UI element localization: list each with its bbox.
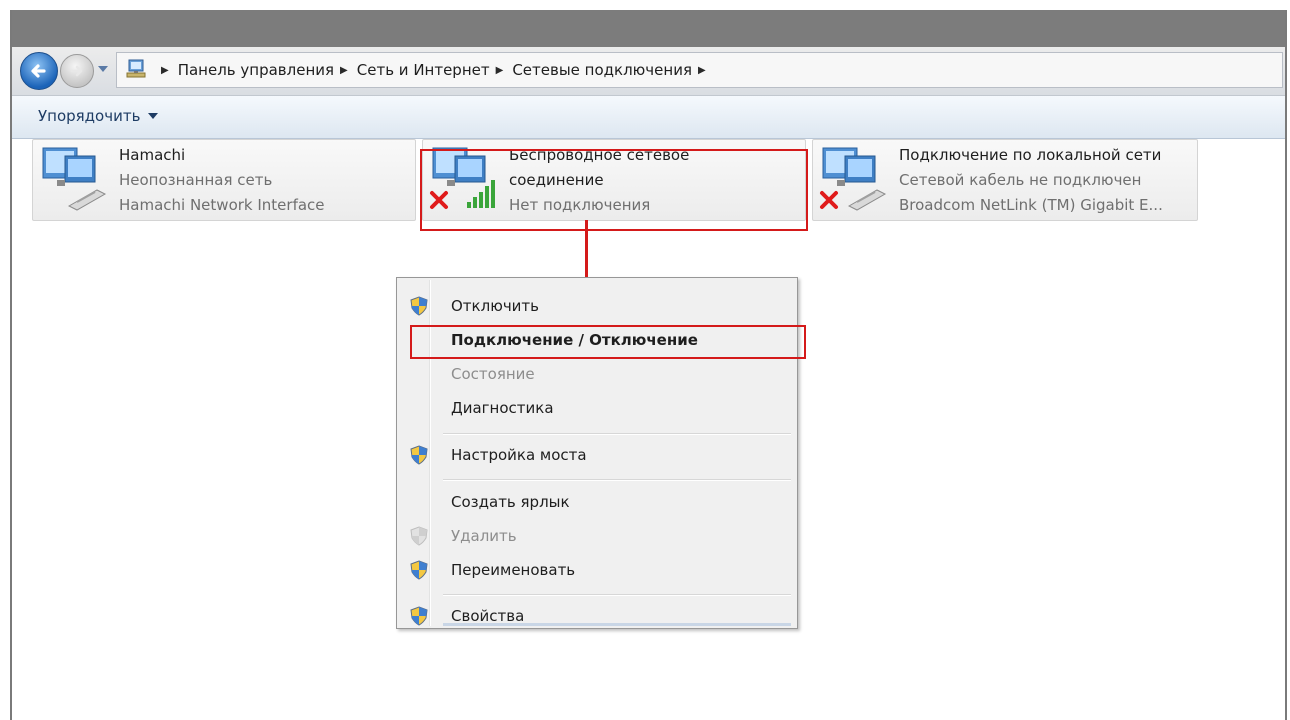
breadcrumb-arrow-icon[interactable]: ▶: [340, 65, 348, 76]
network-adapter-icon: [819, 146, 889, 214]
menu-item-diagnostics[interactable]: Диагностика: [400, 392, 794, 424]
breadcrumb-arrow-icon[interactable]: ▶: [698, 65, 706, 76]
back-button[interactable]: [20, 52, 58, 90]
menu-item-label: Состояние: [451, 365, 535, 383]
title-bar: [12, 10, 1285, 47]
shield-icon: [410, 296, 428, 316]
menu-item-label: Удалить: [451, 527, 517, 545]
menu-separator: [443, 433, 791, 435]
highlight-connect-disconnect: [410, 325, 806, 359]
organize-label: Упорядочить: [38, 107, 141, 125]
breadcrumb-arrow-icon[interactable]: ▶: [161, 65, 169, 76]
disconnected-x-icon: [820, 191, 838, 209]
connection-status: Сетевой кабель не подключен: [899, 171, 1142, 189]
address-bar: ▶ Панель управления ▶ Сеть и Интернет ▶ …: [12, 47, 1285, 96]
menu-item-delete[interactable]: Удалить: [400, 520, 794, 552]
menu-separator: [443, 594, 791, 596]
menu-item-create-shortcut[interactable]: Создать ярлык: [400, 486, 794, 518]
connection-device: Hamachi Network Interface: [119, 196, 325, 214]
connection-name: Подключение по локальной сети: [899, 146, 1162, 164]
menu-item-label: Создать ярлык: [451, 493, 570, 511]
network-adapter-icon: [39, 146, 109, 214]
shield-icon: [410, 560, 428, 580]
menu-item-label: Настройка моста: [451, 446, 587, 464]
menu-item-status[interactable]: Состояние: [400, 358, 794, 390]
menu-item-rename[interactable]: Переименовать: [400, 554, 794, 586]
menu-item-label: Диагностика: [451, 399, 554, 417]
chevron-down-icon: [148, 113, 159, 119]
network-connections-icon: [125, 59, 149, 81]
organize-button[interactable]: Упорядочить: [38, 107, 159, 125]
address-field[interactable]: ▶ Панель управления ▶ Сеть и Интернет ▶ …: [116, 52, 1283, 88]
arrow-right-icon: [70, 65, 83, 77]
highlight-connector-line: [585, 220, 588, 280]
connection-device: Broadcom NetLink (TM) Gigabit E...: [899, 196, 1163, 214]
menu-item-properties[interactable]: Свойства: [400, 600, 794, 632]
recent-pages-dropdown[interactable]: [98, 66, 108, 72]
connection-name: Hamachi: [119, 146, 186, 164]
menu-item-label: Отключить: [451, 297, 540, 315]
shield-icon: [410, 606, 428, 626]
connection-status: Неопознанная сеть: [119, 171, 273, 189]
arrow-left-icon: [31, 64, 46, 78]
breadcrumb-control-panel[interactable]: Панель управления: [178, 61, 334, 79]
menu-item-label: Переименовать: [451, 561, 576, 579]
breadcrumb-network-connections[interactable]: Сетевые подключения: [512, 61, 692, 79]
shield-icon: [410, 445, 428, 465]
connection-lan[interactable]: Подключение по локальной сети Сетевой ка…: [812, 139, 1198, 221]
menu-item-bridge[interactable]: Настройка моста: [400, 439, 794, 471]
menu-bottom-edge: [443, 623, 791, 626]
shield-icon: [410, 526, 428, 546]
breadcrumb-arrow-icon[interactable]: ▶: [496, 65, 504, 76]
breadcrumb-network-internet[interactable]: Сеть и Интернет: [357, 61, 490, 79]
command-bar: Упорядочить: [12, 96, 1285, 139]
forward-button[interactable]: [60, 54, 94, 88]
menu-item-disable[interactable]: Отключить: [400, 290, 794, 322]
menu-separator: [443, 479, 791, 481]
highlight-wireless: [420, 149, 808, 231]
connection-hamachi[interactable]: Hamachi Неопознанная сеть Hamachi Networ…: [32, 139, 416, 221]
